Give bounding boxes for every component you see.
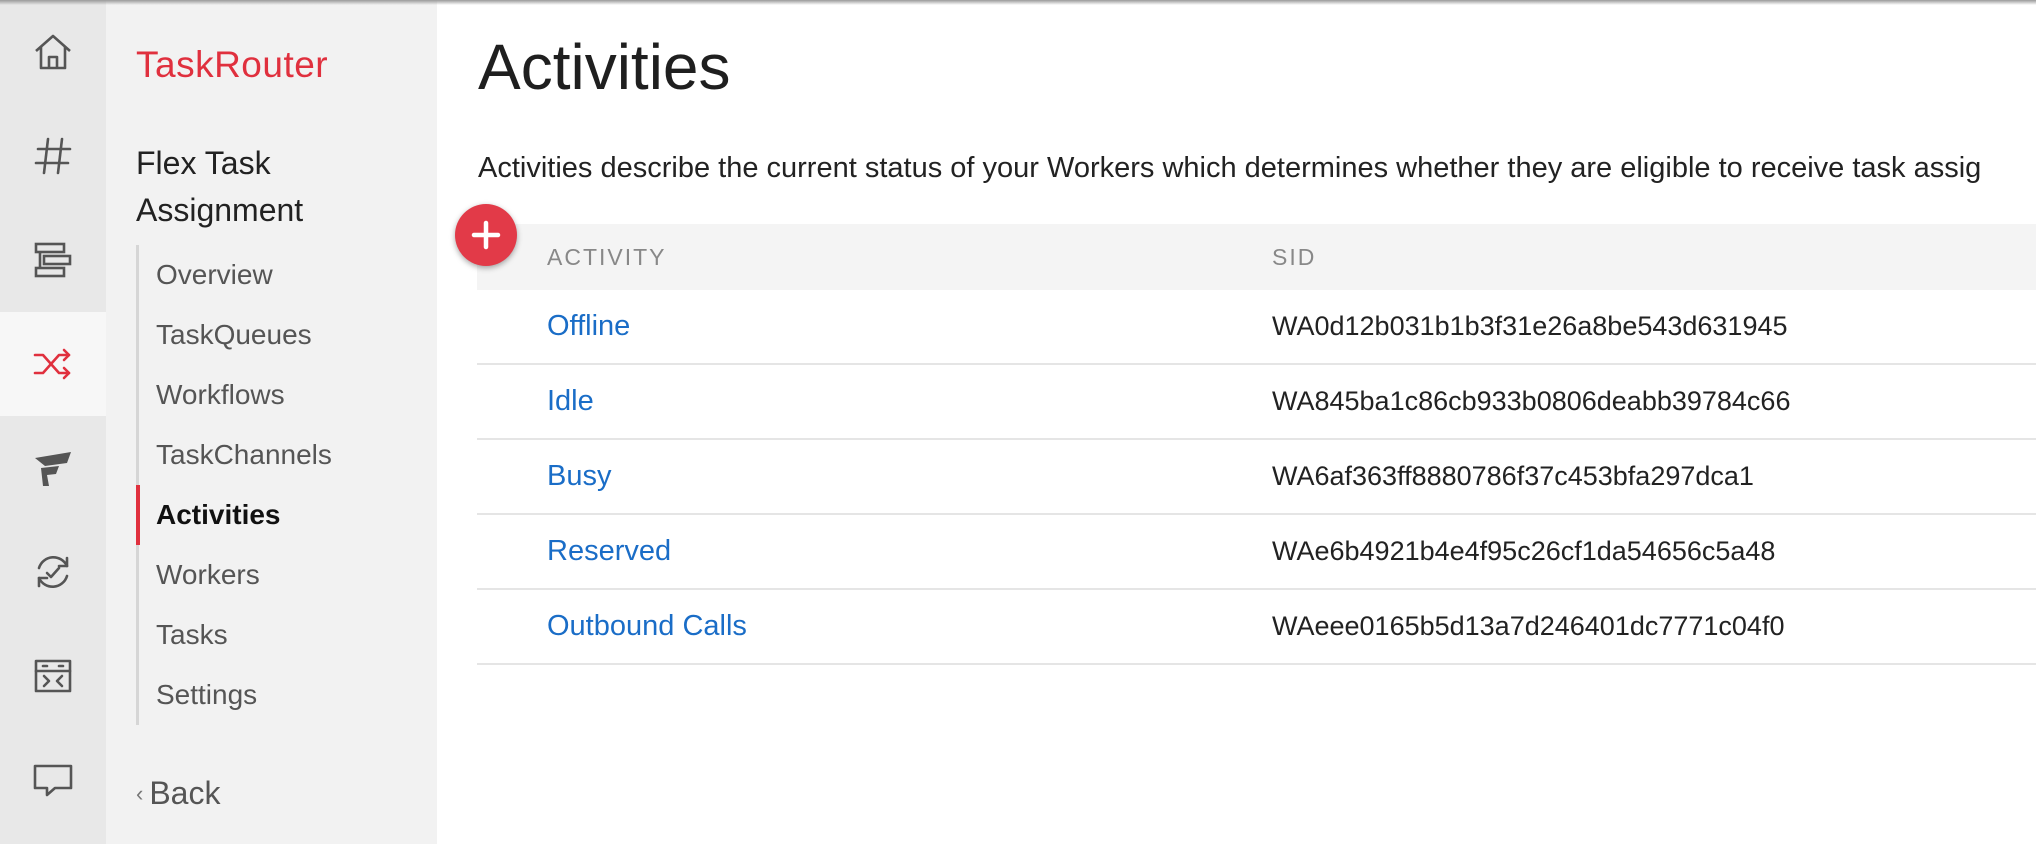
taskrouter-subnav: TaskRouter Flex Task Assignment Overview… [106, 0, 437, 844]
plus-icon [471, 220, 501, 250]
subnav-item-workers[interactable]: Workers [139, 545, 429, 605]
subnav-item-activities[interactable]: Activities [136, 485, 429, 545]
subnav-item-overview[interactable]: Overview [139, 245, 429, 305]
subnav-item-taskchannels[interactable]: TaskChannels [139, 425, 429, 485]
rail-item-chat[interactable] [0, 728, 106, 832]
rail-item-hash[interactable] [0, 104, 106, 208]
rail-item-home[interactable] [0, 0, 106, 104]
table-row: Busy WA6af363ff8880786f37c453bfa297dca1 [477, 440, 2036, 515]
activity-link[interactable]: Outbound Calls [547, 590, 747, 663]
main-content: Activities Activities describe the curre… [437, 0, 2036, 844]
workspace-name: Flex Task Assignment [136, 145, 304, 228]
sync-icon [37, 556, 69, 588]
column-header-activity[interactable]: ACTIVITY [547, 224, 667, 290]
back-link[interactable]: ‹ Back [136, 775, 220, 812]
table-row: Reserved WAe6b4921b4e4f95c26cf1da54656c5… [477, 515, 2036, 590]
subnav-item-taskqueues[interactable]: TaskQueues [139, 305, 429, 365]
page-title: Activities [478, 31, 731, 103]
product-title: TaskRouter [136, 44, 329, 85]
chevron-left-icon: ‹ [136, 780, 144, 806]
activity-link[interactable]: Reserved [547, 515, 671, 588]
subnav-item-workflows[interactable]: Workflows [139, 365, 429, 425]
table-row: Idle WA845ba1c86cb933b0806deabb39784c66 [477, 365, 2036, 440]
studio-icon [34, 242, 72, 278]
subnav-list: Overview TaskQueues Workflows TaskChanne… [136, 245, 429, 725]
add-activity-button[interactable] [455, 204, 517, 266]
back-label: Back [149, 775, 221, 811]
activity-sid: WAeee0165b5d13a7d246401dc7771c04f0 [1272, 611, 1785, 641]
table-row: Outbound Calls WAeee0165b5d13a7d246401dc… [477, 590, 2036, 665]
rail-item-flex[interactable] [0, 416, 106, 520]
taskrouter-shuffle-icon [33, 348, 71, 380]
activity-sid: WA6af363ff8880786f37c453bfa297dca1 [1272, 461, 1754, 491]
activity-sid: WA0d12b031b1b3f31e26a8be543d631945 [1272, 311, 1788, 341]
activity-link[interactable]: Busy [547, 440, 611, 513]
flex-icon [35, 452, 71, 486]
rail-item-studio[interactable] [0, 208, 106, 312]
subnav-item-tasks[interactable]: Tasks [139, 605, 429, 665]
column-header-sid[interactable]: SID [1272, 224, 1316, 290]
activity-sid: WAe6b4921b4e4f95c26cf1da54656c5a48 [1272, 536, 1776, 566]
top-shadow [0, 0, 2036, 5]
activity-link[interactable]: Idle [547, 365, 594, 438]
subnav-item-settings[interactable]: Settings [139, 665, 429, 725]
rail-item-taskrouter[interactable] [0, 312, 106, 416]
product-rail [0, 0, 106, 844]
runtime-icon [34, 659, 72, 693]
table-row: Offline WA0d12b031b1b3f31e26a8be543d6319… [477, 290, 2036, 365]
chat-icon [33, 764, 73, 797]
rail-item-runtime[interactable] [0, 624, 106, 728]
home-icon [35, 34, 71, 70]
page-description: Activities describe the current status o… [478, 152, 1982, 184]
table-header: ACTIVITY SID [477, 224, 2036, 290]
activities-table: ACTIVITY SID Offline WA0d12b031b1b3f31e2… [477, 224, 2036, 665]
hash-icon [34, 137, 72, 175]
rail-item-sync[interactable] [0, 520, 106, 624]
activity-sid: WA845ba1c86cb933b0806deabb39784c66 [1272, 386, 1791, 416]
activity-link[interactable]: Offline [547, 290, 630, 363]
